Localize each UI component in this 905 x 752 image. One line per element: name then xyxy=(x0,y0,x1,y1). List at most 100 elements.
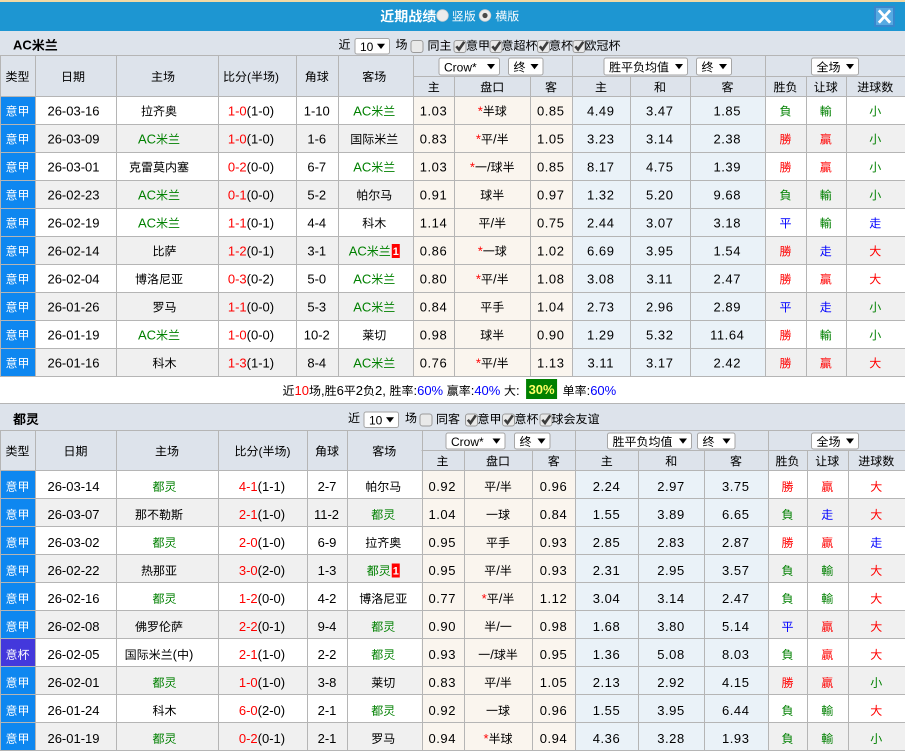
svg-text:5-0: 5-0 xyxy=(307,272,326,287)
svg-text:3.95: 3.95 xyxy=(657,703,685,718)
svg-text:AC: AC xyxy=(353,356,371,371)
svg-text:2.73: 2.73 xyxy=(587,300,615,315)
svg-text:1.04: 1.04 xyxy=(537,300,565,315)
svg-text:2.92: 2.92 xyxy=(657,675,685,690)
svg-text:2.87: 2.87 xyxy=(722,535,750,550)
svg-text:0.76: 0.76 xyxy=(420,356,448,371)
svg-text:3.95: 3.95 xyxy=(646,244,674,259)
svg-text:11-2: 11-2 xyxy=(314,507,339,522)
svg-text:3.04: 3.04 xyxy=(593,591,621,606)
svg-text:10: 10 xyxy=(369,414,383,428)
svg-text:): ) xyxy=(275,70,279,84)
svg-text:5.08: 5.08 xyxy=(657,647,685,662)
svg-text:0.83: 0.83 xyxy=(428,675,456,690)
svg-text:3.23: 3.23 xyxy=(587,132,615,147)
svg-text:3.18: 3.18 xyxy=(713,216,741,231)
svg-text:2: 2 xyxy=(375,383,382,398)
svg-text:AC: AC xyxy=(353,300,371,315)
svg-text:AC: AC xyxy=(13,38,32,53)
svg-text:26-01-19: 26-01-19 xyxy=(47,328,99,343)
svg-text:26-02-05: 26-02-05 xyxy=(47,647,99,662)
svg-text:1.04: 1.04 xyxy=(428,507,456,522)
svg-text:/: / xyxy=(496,563,500,578)
svg-text:2.89: 2.89 xyxy=(713,300,741,315)
svg-text:(2-0): (2-0) xyxy=(258,703,285,718)
svg-text:): ) xyxy=(287,444,291,458)
svg-text:/: / xyxy=(496,675,500,690)
svg-text:0.85: 0.85 xyxy=(537,104,565,119)
svg-text:5.32: 5.32 xyxy=(646,328,674,343)
svg-text:1-1: 1-1 xyxy=(228,300,247,315)
svg-text:2.42: 2.42 xyxy=(713,356,741,371)
svg-text:4.36: 4.36 xyxy=(593,731,621,746)
svg-text:26-01-26: 26-01-26 xyxy=(47,300,99,315)
svg-text:26-02-22: 26-02-22 xyxy=(47,563,99,578)
svg-text:1.05: 1.05 xyxy=(537,132,565,147)
svg-text:2.38: 2.38 xyxy=(713,132,741,147)
svg-text:60%: 60% xyxy=(417,383,443,398)
svg-text:AC: AC xyxy=(138,188,156,203)
svg-text:2.24: 2.24 xyxy=(593,479,621,494)
svg-text:0.97: 0.97 xyxy=(537,188,565,203)
svg-text:1.36: 1.36 xyxy=(593,647,621,662)
svg-text:26-03-16: 26-03-16 xyxy=(47,104,99,119)
svg-text:1.08: 1.08 xyxy=(537,272,565,287)
svg-text:3.47: 3.47 xyxy=(646,104,674,119)
svg-text:26-01-19: 26-01-19 xyxy=(47,731,99,746)
svg-text:26-02-04: 26-02-04 xyxy=(47,272,99,287)
svg-text:2.96: 2.96 xyxy=(646,300,674,315)
svg-text:(1-1): (1-1) xyxy=(258,479,285,494)
svg-text:(1-1): (1-1) xyxy=(247,356,274,371)
svg-text:(0-0): (0-0) xyxy=(258,591,285,606)
svg-text:0-3: 0-3 xyxy=(228,272,247,287)
svg-text:(: ( xyxy=(173,647,178,662)
svg-text:4.75: 4.75 xyxy=(646,160,674,175)
svg-text:0.95: 0.95 xyxy=(540,647,568,662)
svg-text:0.95: 0.95 xyxy=(428,563,456,578)
svg-text:2.83: 2.83 xyxy=(657,535,685,550)
svg-text:1.29: 1.29 xyxy=(587,328,615,343)
svg-text:0.83: 0.83 xyxy=(420,132,448,147)
svg-text:Crow*: Crow* xyxy=(451,435,484,449)
svg-text:0.90: 0.90 xyxy=(428,619,456,634)
svg-text:*: * xyxy=(476,132,481,147)
svg-text:*: * xyxy=(478,104,483,119)
svg-text:4.49: 4.49 xyxy=(587,104,615,119)
svg-text:26-02-01: 26-02-01 xyxy=(47,675,99,690)
svg-text:0-1: 0-1 xyxy=(228,188,247,203)
svg-text:6.69: 6.69 xyxy=(587,244,615,259)
svg-text:2-1: 2-1 xyxy=(239,647,258,662)
svg-text:9-4: 9-4 xyxy=(318,619,337,634)
svg-text:(1-0): (1-0) xyxy=(247,104,274,119)
svg-text:1: 1 xyxy=(393,565,399,577)
svg-text:*: * xyxy=(478,244,483,259)
svg-text:/: / xyxy=(490,216,494,231)
svg-text:10: 10 xyxy=(360,40,374,54)
svg-text:0.84: 0.84 xyxy=(420,300,448,315)
svg-text::: : xyxy=(516,383,520,398)
svg-text:26-01-16: 26-01-16 xyxy=(47,356,99,371)
svg-text:1.32: 1.32 xyxy=(587,188,615,203)
svg-text:2.85: 2.85 xyxy=(593,535,621,550)
svg-text:0.91: 0.91 xyxy=(420,188,448,203)
svg-text:5-3: 5-3 xyxy=(307,300,326,315)
svg-text:0.96: 0.96 xyxy=(540,479,568,494)
svg-text:1: 1 xyxy=(393,246,399,258)
svg-text:6-7: 6-7 xyxy=(307,160,326,175)
svg-text:1.68: 1.68 xyxy=(593,619,621,634)
svg-text:2.44: 2.44 xyxy=(587,216,615,231)
svg-text:2-1: 2-1 xyxy=(239,507,258,522)
svg-text:1-2: 1-2 xyxy=(239,591,258,606)
svg-text:(1-0): (1-0) xyxy=(258,535,285,550)
svg-text:0.93: 0.93 xyxy=(540,535,568,550)
svg-text:0.90: 0.90 xyxy=(537,328,565,343)
svg-text:3.89: 3.89 xyxy=(657,507,685,522)
svg-text:1-1: 1-1 xyxy=(228,216,247,231)
svg-text:0.85: 0.85 xyxy=(537,160,565,175)
svg-text:(0-0): (0-0) xyxy=(247,188,274,203)
svg-text:0.93: 0.93 xyxy=(540,563,568,578)
svg-text:0.94: 0.94 xyxy=(428,731,456,746)
svg-text:60%: 60% xyxy=(590,383,616,398)
svg-text:1.14: 1.14 xyxy=(420,216,448,231)
svg-text:26-02-08: 26-02-08 xyxy=(47,619,99,634)
